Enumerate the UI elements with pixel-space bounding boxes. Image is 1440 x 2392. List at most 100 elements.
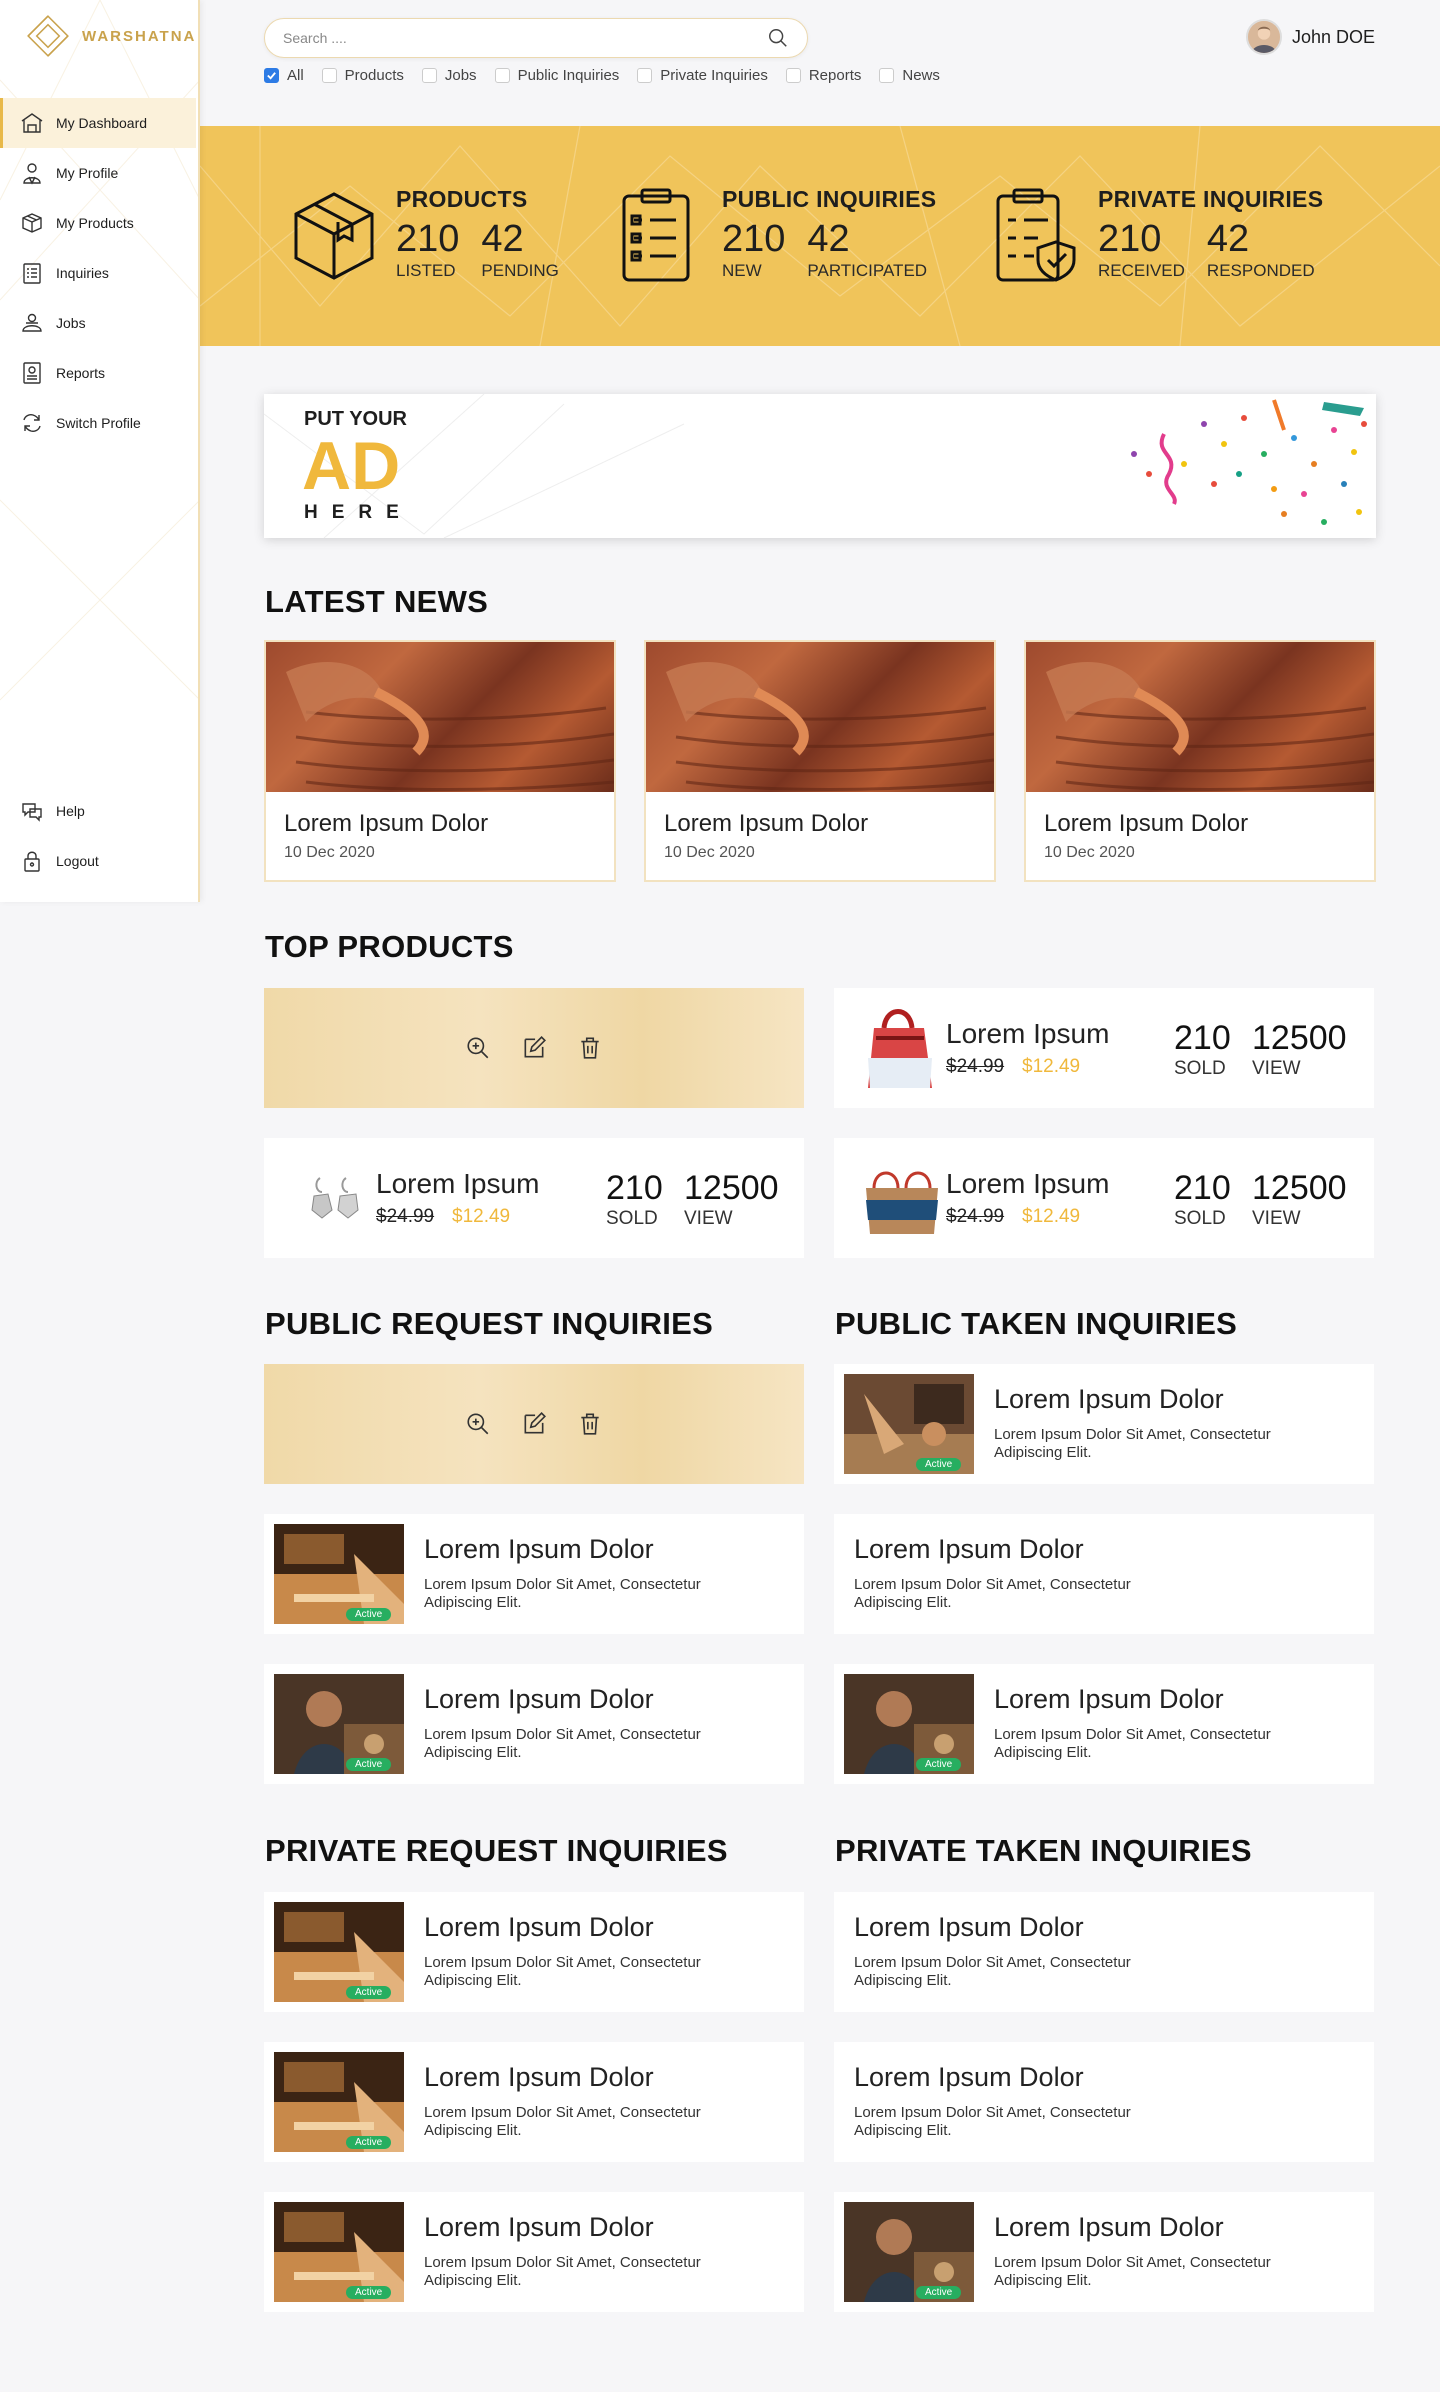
product-old-price: $24.99: [946, 1056, 1005, 1077]
stat-value: 42: [1206, 218, 1250, 260]
stat-title: PRODUCTS: [396, 186, 528, 212]
clipboard-list-icon: [622, 188, 690, 282]
stat-label: NEW: [722, 261, 762, 280]
avatar-image: [1248, 21, 1280, 53]
user-name: John DOE: [1292, 26, 1376, 47]
checkbox[interactable]: [321, 68, 337, 83]
sidebar-item-help[interactable]: Help: [0, 786, 196, 836]
sidebar-item-label: Switch Profile: [56, 415, 141, 431]
news-card[interactable]: Lorem Ipsum Dolor 10 Dec 2020: [264, 640, 616, 882]
filter-all[interactable]: All: [264, 67, 304, 84]
ad-banner[interactable]: PUT YOUR AD HERE: [264, 394, 1376, 538]
product-name: Lorem Ipsum: [376, 1168, 540, 1199]
inquiry-card[interactable]: Lorem Ipsum Dolor Lorem Ipsum Dolor Sit …: [834, 2042, 1374, 2162]
checkbox[interactable]: [421, 68, 437, 83]
sidebar-item-jobs[interactable]: Jobs: [0, 298, 196, 348]
product-views: 12500 VIEW: [684, 1170, 779, 1230]
inquiry-desc: Lorem Ipsum Dolor Sit Amet, Consectetur …: [994, 2254, 1271, 2289]
inquiry-image: Active: [274, 1902, 404, 2002]
inquiry-title: Lorem Ipsum Dolor: [854, 1912, 1084, 1942]
product-old-price: $24.99: [376, 1206, 435, 1227]
section-title-private-request: PRIVATE REQUEST INQUIRIES: [265, 1833, 728, 1868]
checkbox[interactable]: [785, 68, 801, 83]
sidebar-item-inquiries[interactable]: Inquiries: [0, 248, 196, 298]
news-card[interactable]: Lorem Ipsum Dolor 10 Dec 2020: [644, 640, 996, 882]
sidebar: WARSHATNA My Dashboard My Profile My Pro…: [0, 0, 200, 902]
inquiry-card-hover[interactable]: [264, 1364, 804, 1484]
section-title-public-taken: PUBLIC TAKEN INQUIRIES: [835, 1306, 1238, 1341]
checkbox-checked[interactable]: [264, 68, 279, 83]
sold-value: 210: [1174, 1019, 1231, 1057]
views-label: VIEW: [684, 1208, 733, 1229]
inquiry-title: Lorem Ipsum Dolor: [854, 1534, 1084, 1564]
product-card-hover[interactable]: [264, 988, 804, 1108]
edit-icon[interactable]: [521, 1411, 547, 1437]
product-sold: 210 SOLD: [606, 1170, 663, 1230]
inquiry-card[interactable]: Active Lorem Ipsum Dolor Lorem Ipsum Dol…: [264, 1664, 804, 1784]
sold-label: SOLD: [606, 1208, 658, 1229]
zoom-in-icon[interactable]: [465, 1035, 491, 1061]
inquiry-card[interactable]: Active Lorem Ipsum Dolor Lorem Ipsum Dol…: [834, 1364, 1374, 1484]
sidebar-item-logout[interactable]: Logout: [0, 836, 196, 886]
status-badge: Active: [916, 1458, 962, 1471]
product-new-price: $12.49: [452, 1206, 511, 1227]
inquiry-card[interactable]: Lorem Ipsum Dolor Lorem Ipsum Dolor Sit …: [834, 1514, 1374, 1634]
stat-value: 210: [396, 218, 460, 260]
edit-icon[interactable]: [521, 1035, 547, 1061]
pottery-image: [666, 662, 994, 791]
sidebar-item-switch-profile[interactable]: Switch Profile: [0, 398, 196, 448]
stat-label: RESPONDED: [1206, 261, 1315, 280]
sidebar-item-dashboard[interactable]: My Dashboard: [0, 98, 196, 148]
inquiry-desc: Lorem Ipsum Dolor Sit Amet, Consectetur …: [424, 1726, 701, 1761]
filter-public-inquiries[interactable]: Public Inquiries: [494, 67, 619, 84]
filter-products[interactable]: Products: [321, 67, 404, 84]
checkbox[interactable]: [879, 68, 895, 83]
sidebar-item-products[interactable]: My Products: [0, 198, 196, 248]
news-card[interactable]: Lorem Ipsum Dolor 10 Dec 2020: [1024, 640, 1376, 882]
search-icon[interactable]: [767, 27, 789, 49]
news-image: [266, 642, 614, 792]
trash-icon[interactable]: [577, 1035, 603, 1061]
filter-private-inquiries[interactable]: Private Inquiries: [637, 67, 768, 84]
views-label: VIEW: [1252, 1208, 1301, 1229]
news-title: Lorem Ipsum Dolor: [284, 810, 489, 837]
sidebar-item-reports[interactable]: Reports: [0, 348, 196, 398]
avatar[interactable]: [1246, 19, 1282, 55]
search-bar[interactable]: [264, 18, 808, 58]
inquiry-title: Lorem Ipsum Dolor: [994, 1684, 1224, 1714]
checkbox[interactable]: [494, 68, 510, 83]
user-menu[interactable]: John DOE: [1246, 19, 1375, 55]
sold-label: SOLD: [1174, 1058, 1226, 1079]
inquiry-card[interactable]: Active Lorem Ipsum Dolor Lorem Ipsum Dol…: [834, 2192, 1374, 2312]
filter-news[interactable]: News: [879, 67, 940, 84]
inquiry-card[interactable]: Active Lorem Ipsum Dolor Lorem Ipsum Dol…: [264, 1514, 804, 1634]
inquiry-card[interactable]: Active Lorem Ipsum Dolor Lorem Ipsum Dol…: [264, 2192, 804, 2312]
section-title-public-request: PUBLIC REQUEST INQUIRIES: [265, 1306, 714, 1341]
sidebar-item-profile[interactable]: My Profile: [0, 148, 196, 198]
news-date: 10 Dec 2020: [1044, 844, 1135, 861]
zoom-in-icon[interactable]: [465, 1411, 491, 1437]
clipboard-shield-icon: [996, 188, 1076, 282]
inquiry-card[interactable]: Active Lorem Ipsum Dolor Lorem Ipsum Dol…: [264, 1892, 804, 2012]
sidebar-item-label: Jobs: [56, 315, 86, 331]
inquiries-icon: [23, 263, 41, 284]
product-card[interactable]: Lorem Ipsum $24.99 $12.49 210 SOLD 12500 V…: [834, 1138, 1374, 1258]
inquiry-image: Active: [274, 2052, 404, 2152]
filter-jobs[interactable]: Jobs: [421, 67, 477, 84]
product-card[interactable]: Lorem Ipsum $24.99 $12.49 210 SOLD 12500 V…: [264, 1138, 804, 1258]
inquiry-card[interactable]: Active Lorem Ipsum Dolor Lorem Ipsum Dol…: [834, 1664, 1374, 1784]
brand-logo[interactable]: WARSHATNA: [24, 12, 196, 60]
checkbox[interactable]: [637, 68, 653, 83]
product-name: Lorem Ipsum: [946, 1168, 1110, 1199]
trash-icon[interactable]: [577, 1411, 603, 1437]
filter-reports[interactable]: Reports: [785, 67, 861, 84]
status-badge: Active: [346, 1986, 392, 1999]
sold-value: 210: [606, 1169, 663, 1207]
search-input[interactable]: [283, 30, 767, 46]
inquiry-card[interactable]: Lorem Ipsum Dolor Lorem Ipsum Dolor Sit …: [834, 1892, 1374, 2012]
pottery-image: [286, 662, 614, 791]
confetti-icon: [1131, 399, 1367, 525]
inquiry-card[interactable]: Active Lorem Ipsum Dolor Lorem Ipsum Dol…: [264, 2042, 804, 2162]
inquiry-desc: Lorem Ipsum Dolor Sit Amet, Consectetur …: [854, 2104, 1131, 2139]
product-card[interactable]: Lorem Ipsum $24.99 $12.49 210 SOLD 12500 V…: [834, 988, 1374, 1108]
